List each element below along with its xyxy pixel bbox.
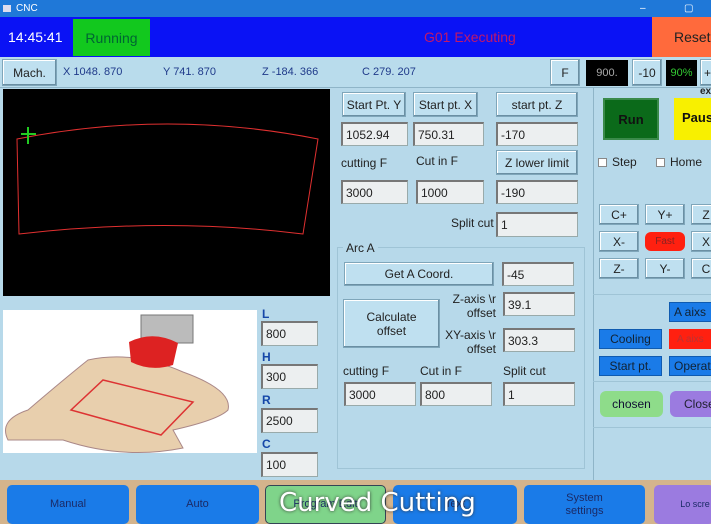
video-caption: Curved Cutting [279, 488, 476, 518]
c-coord: C 279. 207 [362, 66, 416, 78]
r-input[interactable]: 2500 [261, 408, 318, 433]
y-coord: Y 741. 870 [163, 66, 217, 78]
status-header: 14:45:41 Running G01 Executing Reset [0, 17, 711, 57]
cutting-f-label: cutting F [341, 156, 388, 170]
h-input[interactable]: 300 [261, 364, 318, 389]
divider [593, 427, 711, 428]
cutting-f2-label: cutting F [343, 364, 390, 378]
app-icon [3, 5, 11, 12]
r-label: R [262, 393, 271, 407]
jog-y-plus-button[interactable]: Y+ [645, 204, 685, 225]
jog-y-minus-button[interactable]: Y- [645, 258, 685, 279]
run-button[interactable]: Run [603, 98, 659, 140]
toolpath-outline [16, 123, 319, 235]
jog-x-plus-button[interactable]: X [691, 231, 711, 252]
start-pt-x-button[interactable]: Start pt. X [413, 92, 478, 117]
home-checkbox[interactable]: Home [656, 155, 702, 169]
cut-in-f2-label: Cut in F [420, 364, 463, 378]
l-input[interactable]: 800 [261, 321, 318, 346]
nav-manual[interactable]: Manual [7, 485, 129, 524]
start-pt-y-button[interactable]: Start Pt. Y [342, 92, 406, 117]
z-axis-offset-label: Z-axis \r offset [452, 292, 496, 320]
jog-z-minus-button[interactable]: Z- [599, 258, 639, 279]
restore-button[interactable]: ▢ [684, 0, 693, 17]
jog-z-plus-button[interactable]: Z [691, 204, 711, 225]
operation-button[interactable]: Operati [669, 356, 711, 376]
start-z-input[interactable]: -170 [496, 122, 578, 146]
c-input[interactable]: 100 [261, 452, 318, 477]
close-button[interactable]: Close [670, 391, 711, 417]
execution-status: G01 Executing [424, 29, 516, 45]
jog-c-plus-button[interactable]: C+ [599, 204, 639, 225]
chosen-button[interactable]: chosen [600, 391, 663, 417]
jog-c-minus-button[interactable]: C [691, 258, 711, 279]
split-cut2-input[interactable]: 1 [503, 382, 575, 406]
feed-value: 900. [586, 60, 628, 86]
arc-a-title: Arc A [343, 241, 378, 255]
xy-axis-offset-input[interactable]: 303.3 [503, 328, 575, 352]
toolpath-svg [16, 123, 319, 235]
home-label: Home [670, 155, 703, 169]
a-axis-toggle[interactable]: A aixs [669, 329, 711, 349]
fast-toggle[interactable]: Fast [645, 232, 685, 251]
c-label: C [262, 437, 271, 451]
step-label: Step [612, 155, 637, 169]
z-lower-limit-button[interactable]: Z lower limit [496, 150, 578, 175]
feed-override: 90% [666, 60, 697, 86]
control-panel [593, 88, 711, 480]
coordinate-bar: Mach. X 1048. 870 Y 741. 870 Z -184. 366… [0, 57, 711, 88]
diagram-svg [5, 314, 229, 453]
a-axis-button[interactable]: A aixs [669, 302, 711, 322]
start-x-input[interactable]: 750.31 [413, 122, 484, 146]
start-pt-button[interactable]: Start pt. [599, 356, 662, 376]
feed-button[interactable]: F [550, 59, 580, 86]
divider [593, 294, 711, 295]
window-title: CNC [16, 3, 38, 14]
start-y-input[interactable]: 1052.94 [341, 122, 408, 146]
minimize-button[interactable]: – [640, 0, 646, 17]
xy-axis-offset-label: XY-axis \r offset [445, 328, 496, 356]
machine-state: Running [73, 19, 150, 56]
workpiece [5, 356, 229, 453]
cut-in-f2-input[interactable]: 800 [420, 382, 492, 406]
step-checkbox[interactable]: Step [598, 155, 637, 169]
cooling-button[interactable]: Cooling [599, 329, 662, 349]
z-coord: Z -184. 366 [262, 66, 319, 78]
nav-lock-screen[interactable]: Lo scre [654, 485, 711, 524]
reset-button[interactable]: Reset [652, 17, 711, 57]
cut-in-f-label: Cut in F [416, 154, 459, 168]
x-coord: X 1048. 870 [63, 66, 123, 78]
cut-in-f-input[interactable]: 1000 [416, 180, 484, 204]
feed-decrease-button[interactable]: -10 [632, 59, 662, 86]
cutting-f2-input[interactable]: 3000 [344, 382, 416, 406]
nav-auto[interactable]: Auto [136, 485, 259, 524]
machine-coords-button[interactable]: Mach. [2, 59, 57, 86]
ex-label: ex [700, 86, 711, 97]
h-label: H [262, 350, 271, 364]
curved-cut-diagram [3, 310, 257, 453]
cutting-f-input[interactable]: 3000 [341, 180, 408, 204]
jog-x-minus-button[interactable]: X- [599, 231, 639, 252]
z-axis-offset-input[interactable]: 39.1 [503, 292, 575, 316]
saw-guard [129, 336, 178, 368]
pause-button[interactable]: Paus [674, 98, 711, 140]
split-cut2-label: Split cut [503, 364, 546, 378]
feed-increase-button[interactable]: + [700, 59, 711, 86]
nav-system-settings[interactable]: System settings [524, 485, 645, 524]
toolpath-preview [3, 89, 330, 296]
start-pt-z-button[interactable]: start pt. Z [496, 92, 578, 117]
split-cut-input[interactable]: 1 [496, 212, 578, 237]
step-checkbox-box[interactable] [598, 158, 607, 168]
divider [593, 381, 711, 382]
title-bar: CNC – ▢ [0, 0, 711, 17]
home-checkbox-box[interactable] [656, 158, 665, 168]
l-label: L [262, 307, 270, 321]
split-cut-label: Split cut [451, 216, 494, 230]
z-lower-limit-input[interactable]: -190 [496, 180, 578, 204]
a-coord-input[interactable]: -45 [502, 262, 574, 286]
clock: 14:45:41 [8, 29, 63, 45]
get-a-coord-button[interactable]: Get A Coord. [344, 262, 494, 286]
calculate-offset-button[interactable]: Calculate offset [343, 299, 440, 348]
